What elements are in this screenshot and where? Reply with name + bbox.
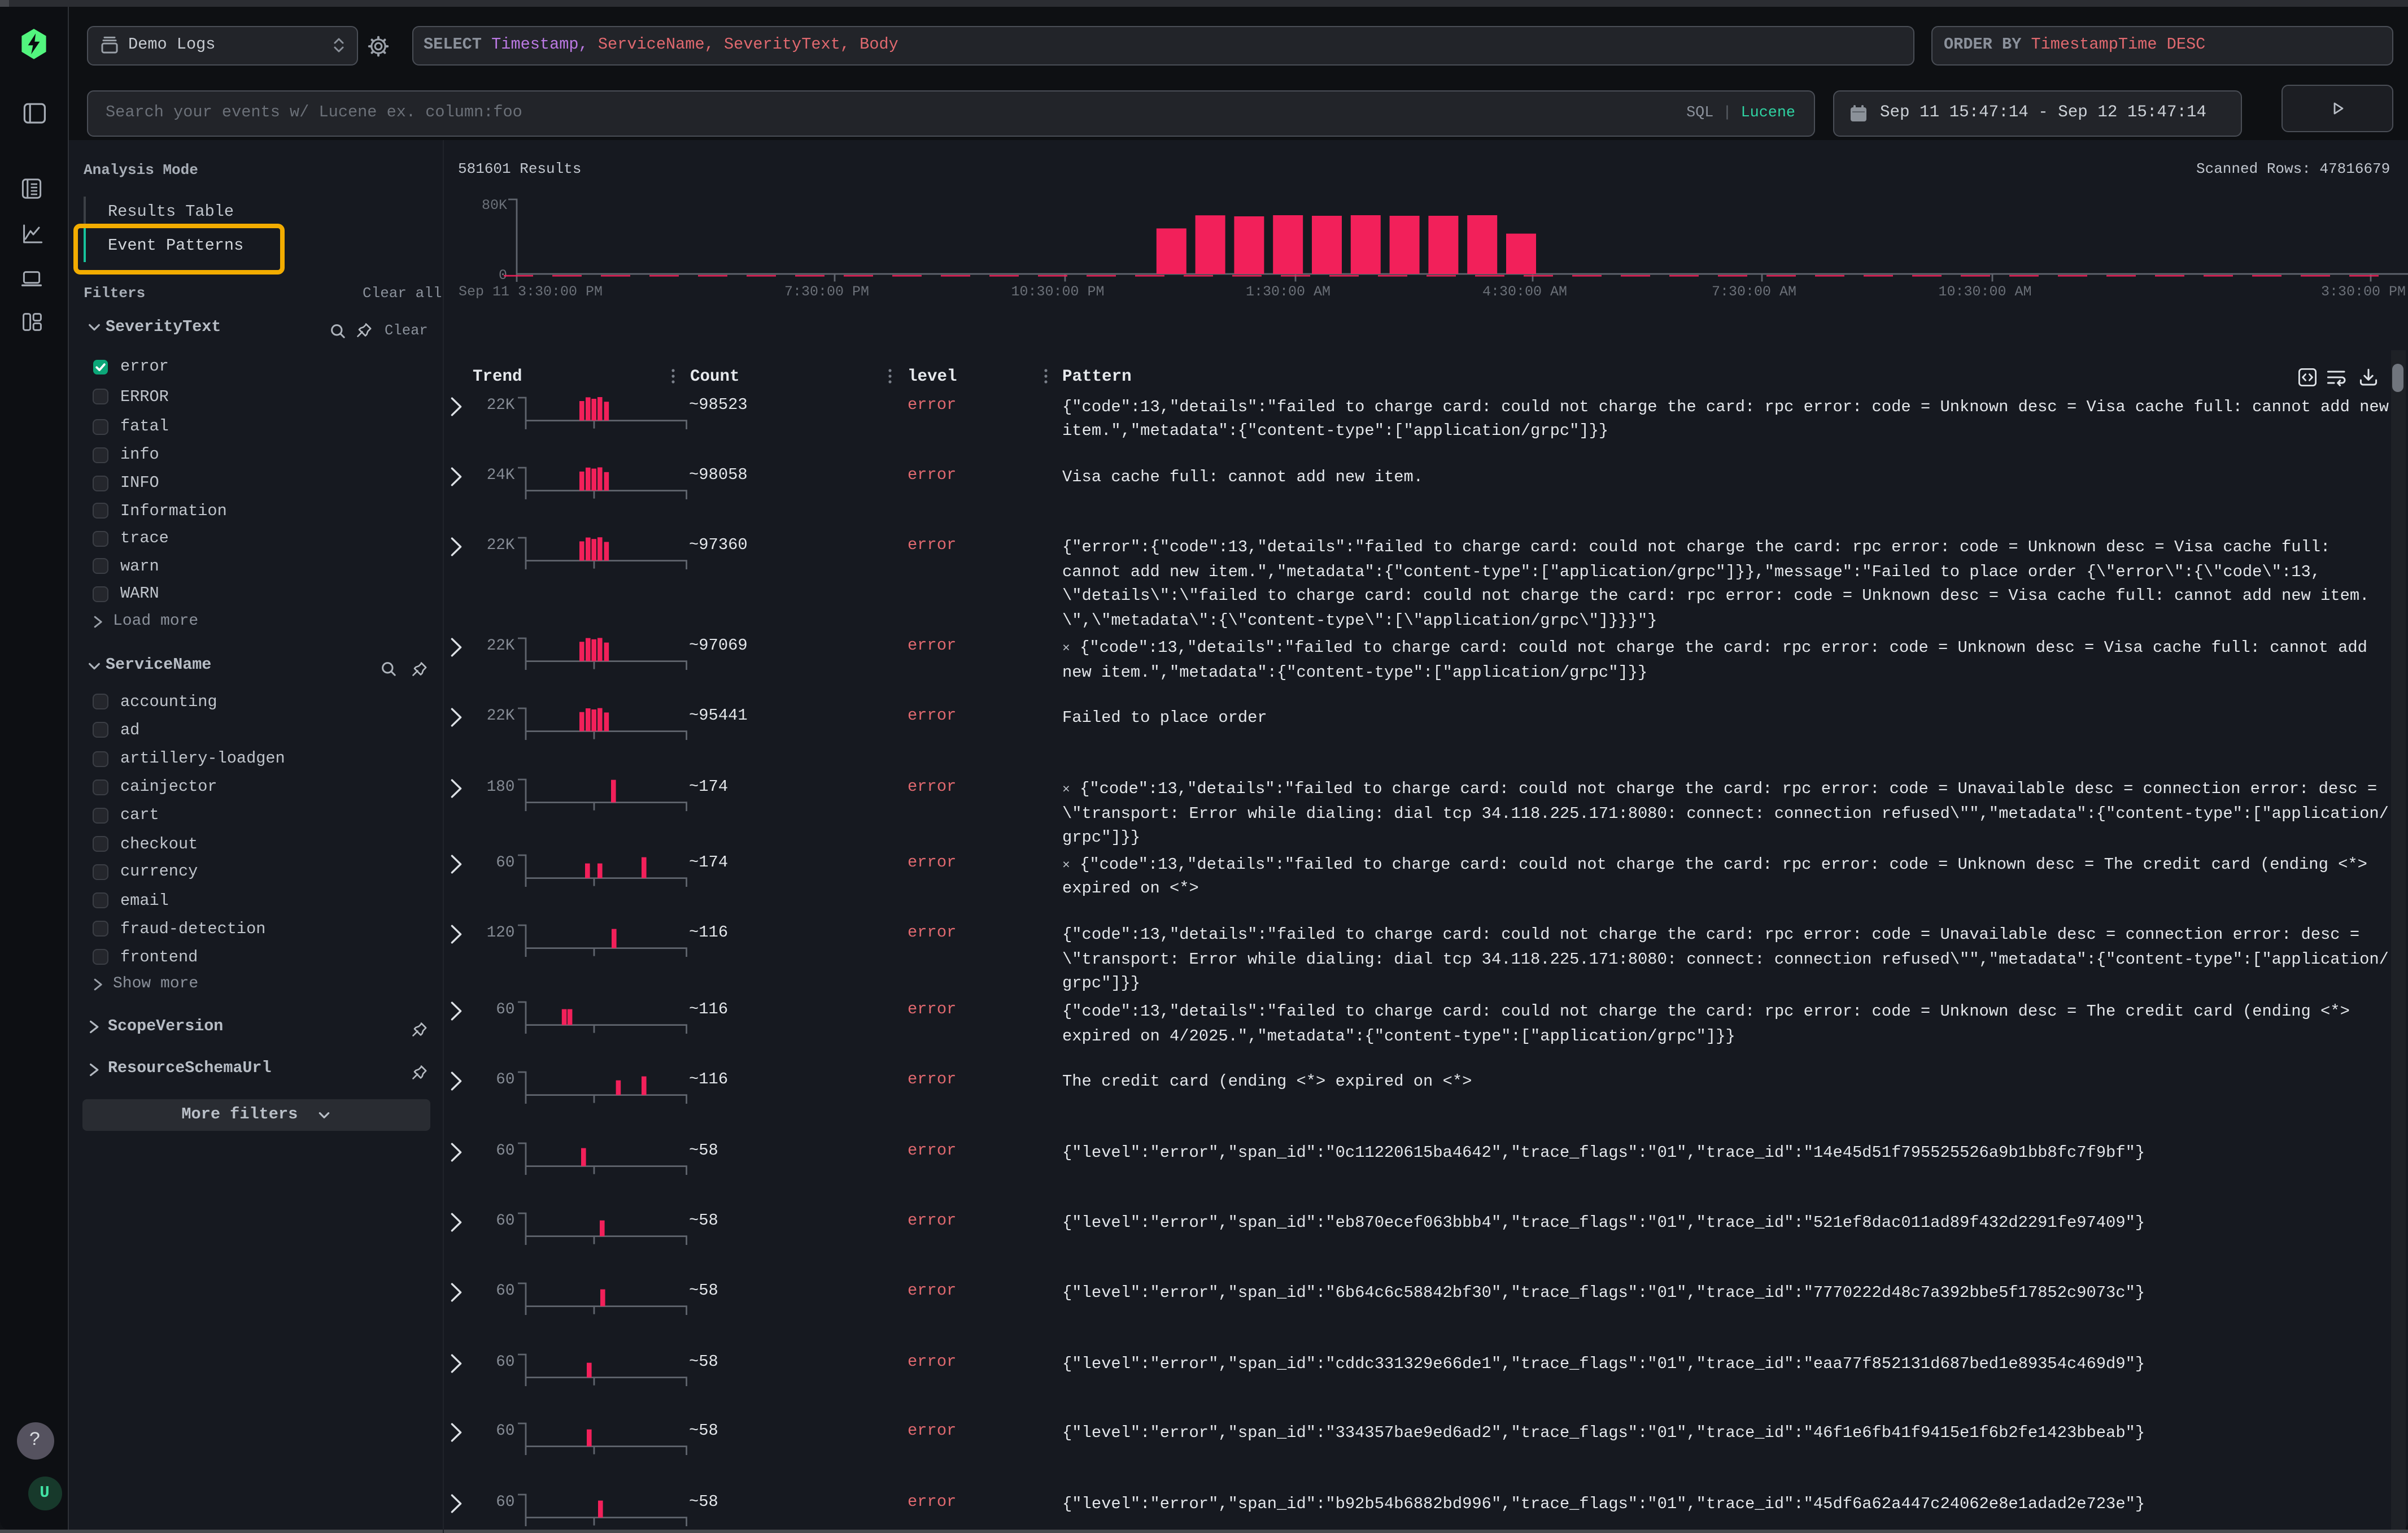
svg-text:22K: 22K [487,707,515,725]
svg-text:60: 60 [496,1353,514,1370]
svg-text:10:30:00 PM: 10:30:00 PM [1011,284,1104,300]
svg-text:7:30:00 PM: 7:30:00 PM [784,284,869,300]
svg-text:60: 60 [496,1001,514,1018]
svg-text:22K: 22K [487,637,515,655]
svg-text:60: 60 [496,853,514,871]
svg-text:22K: 22K [487,396,515,413]
svg-text:7:30:00 AM: 7:30:00 AM [1712,284,1796,300]
svg-text:4:30:00 AM: 4:30:00 AM [1482,284,1567,300]
svg-text:60: 60 [496,1422,514,1440]
svg-text:80K: 80K [482,197,507,214]
svg-text:180: 180 [487,778,515,796]
svg-text:10:30:00 AM: 10:30:00 AM [1938,284,2031,300]
svg-text:24K: 24K [487,467,515,484]
svg-text:60: 60 [496,1493,514,1511]
svg-text:22K: 22K [487,537,515,554]
svg-text:Sep 11 3:30:00 PM: Sep 11 3:30:00 PM [459,284,603,300]
svg-text:60: 60 [496,1142,514,1159]
svg-text:60: 60 [496,1212,514,1229]
svg-text:1:30:00 AM: 1:30:00 AM [1246,284,1330,300]
svg-text:60: 60 [496,1071,514,1088]
svg-text:3:30:00 PM: 3:30:00 PM [2321,284,2406,300]
svg-text:60: 60 [496,1282,514,1299]
svg-text:120: 120 [487,924,515,942]
